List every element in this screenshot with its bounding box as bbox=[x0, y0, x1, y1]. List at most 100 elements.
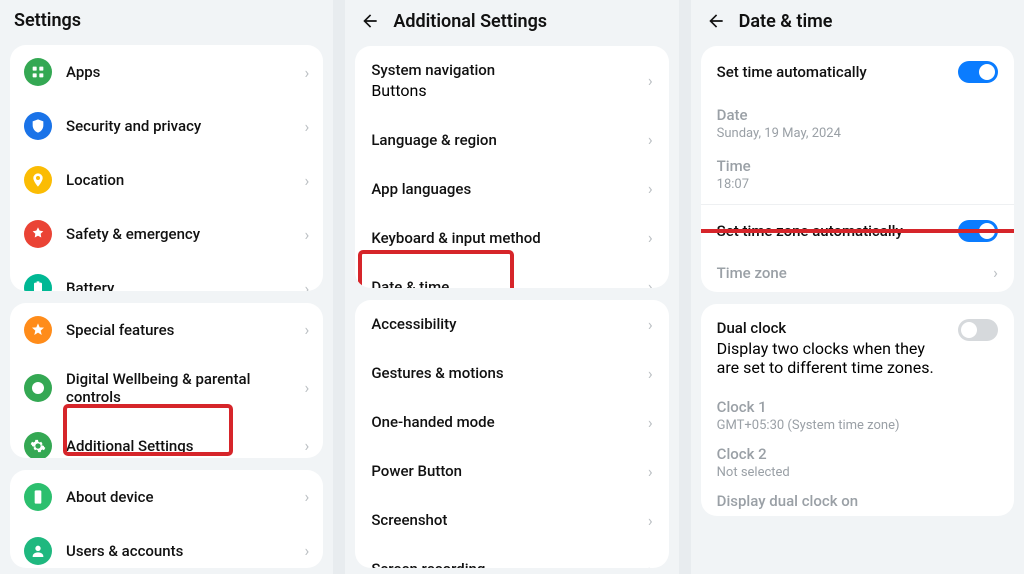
row-label: Additional Settings bbox=[66, 437, 291, 455]
row-label: One-handed mode bbox=[371, 413, 636, 431]
battery-icon bbox=[24, 274, 52, 291]
row-location[interactable]: Location › bbox=[10, 153, 323, 207]
row-label: Keyboard & input method bbox=[371, 229, 636, 247]
shield-icon bbox=[24, 112, 52, 140]
chevron-right-icon: › bbox=[305, 378, 310, 397]
back-icon[interactable] bbox=[705, 10, 727, 32]
row-label: Clock 2 bbox=[717, 445, 998, 463]
row-timezone: Time zone › bbox=[701, 257, 1014, 292]
row-auto-time[interactable]: Set time automatically bbox=[701, 46, 1014, 98]
row-date: Date Sunday, 19 May, 2024 bbox=[701, 98, 1014, 149]
row-label: Battery bbox=[66, 279, 291, 291]
chevron-right-icon: › bbox=[305, 541, 310, 560]
row-keyboard-input[interactable]: Keyboard & input method › bbox=[355, 213, 668, 262]
panel-header: Additional Settings bbox=[345, 0, 678, 40]
additional-card-2: Accessibility › Gestures & motions › One… bbox=[355, 300, 668, 568]
chevron-right-icon: › bbox=[305, 63, 310, 82]
date-time-panel: Date & time Set time automatically Date … bbox=[691, 0, 1024, 574]
chevron-right-icon: › bbox=[648, 413, 653, 432]
row-security[interactable]: Security and privacy › bbox=[10, 99, 323, 153]
page-title: Additional Settings bbox=[393, 11, 547, 32]
additional-settings-panel: Additional Settings System navigation Bu… bbox=[345, 0, 678, 574]
chevron-right-icon: › bbox=[305, 279, 310, 291]
row-clock2: Clock 2 Not selected bbox=[701, 439, 1014, 486]
gear-icon bbox=[24, 432, 52, 458]
row-label: Users & accounts bbox=[66, 542, 291, 560]
row-label: Set time automatically bbox=[717, 63, 946, 81]
row-value: GMT+05:30 (System time zone) bbox=[717, 418, 998, 433]
row-accessibility[interactable]: Accessibility › bbox=[355, 300, 668, 349]
chevron-right-icon: › bbox=[305, 320, 310, 339]
panel-header: Date & time bbox=[691, 0, 1024, 40]
row-dual-clock[interactable]: Dual clock Display two clocks when they … bbox=[701, 304, 1014, 392]
row-label: Time bbox=[717, 157, 998, 175]
row-label: Special features bbox=[66, 321, 291, 339]
row-label: Date & time bbox=[371, 278, 636, 288]
row-language-region[interactable]: Language & region › bbox=[355, 115, 668, 164]
row-label: System navigation bbox=[371, 61, 636, 79]
row-label: Power Button bbox=[371, 462, 636, 480]
datetime-card-2: Dual clock Display two clocks when they … bbox=[701, 304, 1014, 516]
row-desc: Display two clocks when they are set to … bbox=[717, 339, 946, 377]
chevron-right-icon: › bbox=[648, 130, 653, 149]
back-icon[interactable] bbox=[359, 10, 381, 32]
row-value: Not selected bbox=[717, 465, 998, 480]
row-screen-recording[interactable]: Screen recording › bbox=[355, 545, 668, 568]
chevron-right-icon: › bbox=[305, 436, 310, 455]
row-clock1: Clock 1 GMT+05:30 (System time zone) bbox=[701, 392, 1014, 439]
row-auto-timezone[interactable]: Set time zone automatically bbox=[701, 205, 1014, 257]
row-additional-settings[interactable]: Additional Settings › bbox=[10, 419, 323, 458]
row-label: Gestures & motions bbox=[371, 364, 636, 382]
row-about-device[interactable]: About device › bbox=[10, 470, 323, 524]
row-one-handed[interactable]: One-handed mode › bbox=[355, 398, 668, 447]
row-users-accounts[interactable]: Users & accounts › bbox=[10, 524, 323, 568]
row-battery[interactable]: Battery › bbox=[10, 261, 323, 291]
row-date-time[interactable]: Date & time › bbox=[355, 262, 668, 288]
toggle-dual-clock[interactable] bbox=[958, 319, 998, 341]
row-label: Security and privacy bbox=[66, 117, 291, 135]
chevron-right-icon: › bbox=[305, 171, 310, 190]
device-icon bbox=[24, 483, 52, 511]
row-screenshot[interactable]: Screenshot › bbox=[355, 496, 668, 545]
row-wellbeing[interactable]: Digital Wellbeing & parental controls › bbox=[10, 357, 323, 419]
settings-card-2: Special features › Digital Wellbeing & p… bbox=[10, 303, 323, 458]
chevron-right-icon: › bbox=[993, 263, 998, 282]
datetime-card-1: Set time automatically Date Sunday, 19 M… bbox=[701, 46, 1014, 292]
row-safety[interactable]: Safety & emergency › bbox=[10, 207, 323, 261]
toggle-auto-timezone[interactable] bbox=[958, 220, 998, 242]
row-label: Screenshot bbox=[371, 511, 636, 529]
toggle-auto-time[interactable] bbox=[958, 61, 998, 83]
location-icon bbox=[24, 166, 52, 194]
row-display-dual: Display dual clock on bbox=[701, 486, 1014, 516]
chevron-right-icon: › bbox=[648, 228, 653, 247]
additional-card-1: System navigation Buttons › Language & r… bbox=[355, 46, 668, 288]
row-sublabel: Buttons bbox=[371, 81, 636, 100]
row-label: Date bbox=[717, 106, 998, 124]
chevron-right-icon: › bbox=[648, 560, 653, 568]
row-label: Clock 1 bbox=[717, 398, 998, 416]
row-apps[interactable]: Apps › bbox=[10, 45, 323, 99]
chevron-right-icon: › bbox=[305, 487, 310, 506]
page-title: Date & time bbox=[739, 11, 833, 32]
chevron-right-icon: › bbox=[648, 315, 653, 334]
chevron-right-icon: › bbox=[648, 511, 653, 530]
row-time: Time 18:07 bbox=[701, 149, 1014, 204]
emergency-icon bbox=[24, 220, 52, 248]
row-label: Display dual clock on bbox=[717, 492, 998, 510]
row-system-navigation[interactable]: System navigation Buttons › bbox=[355, 46, 668, 115]
settings-card-3: About device › Users & accounts › bbox=[10, 470, 323, 568]
row-label: Screen recording bbox=[371, 560, 636, 568]
chevron-right-icon: › bbox=[648, 364, 653, 383]
row-label: App languages bbox=[371, 180, 636, 198]
chevron-right-icon: › bbox=[305, 225, 310, 244]
row-label: Dual clock bbox=[717, 319, 946, 337]
row-label: Safety & emergency bbox=[66, 225, 291, 243]
row-app-languages[interactable]: App languages › bbox=[355, 164, 668, 213]
row-gestures-motions[interactable]: Gestures & motions › bbox=[355, 349, 668, 398]
wellbeing-icon bbox=[24, 374, 52, 402]
chevron-right-icon: › bbox=[305, 117, 310, 136]
row-value: Sunday, 19 May, 2024 bbox=[717, 126, 998, 141]
row-power-button[interactable]: Power Button › bbox=[355, 447, 668, 496]
row-special-features[interactable]: Special features › bbox=[10, 303, 323, 357]
user-icon bbox=[24, 537, 52, 565]
